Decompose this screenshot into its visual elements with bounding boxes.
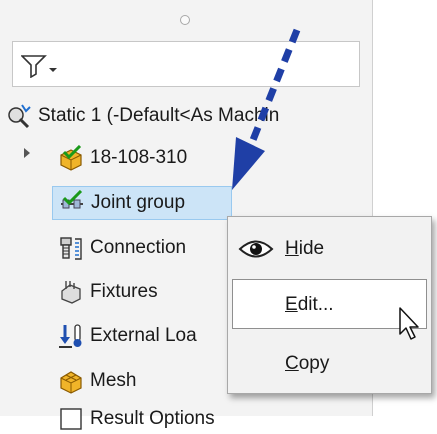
copy-label: opy (298, 353, 330, 374)
tree-item-external-loads[interactable]: External Loa (58, 321, 197, 351)
tree-item-label: Result Options (90, 408, 215, 429)
connection-icon (60, 237, 82, 260)
menu-item-copy[interactable]: Copy (228, 341, 431, 385)
tree-item-joint-group[interactable]: Joint group (52, 186, 232, 220)
result-options-icon (60, 408, 82, 430)
study-icon (8, 104, 31, 129)
tree-item-label: 18-108-310 (90, 147, 188, 168)
hide-label: ide (298, 238, 325, 259)
tree-item-part[interactable]: 18-108-310 (58, 143, 187, 173)
tree-root-label: Static 1 (-Default<As Machin (38, 105, 280, 126)
tree-filter-box[interactable] (12, 41, 360, 87)
eye-icon (238, 240, 274, 258)
tree-item-connections[interactable]: Connection (58, 233, 186, 263)
external-loads-icon (59, 324, 82, 348)
tree-item-label: Joint group (91, 192, 186, 213)
tree-item-label: External Loa (90, 325, 197, 346)
tree-item-label: Fixtures (90, 281, 158, 302)
tree-item-fixtures[interactable]: Fixtures (58, 277, 158, 307)
fixtures-icon (61, 281, 81, 304)
hide-mnemonic: H (285, 238, 299, 259)
tree-root-study[interactable]: Static 1 (-Default<As Machin (6, 101, 279, 131)
part-check-icon (60, 145, 82, 171)
menu-item-hide[interactable]: Hide (228, 226, 431, 270)
context-menu: Hide Edit... Copy (227, 216, 432, 394)
chevron-down-icon[interactable] (49, 68, 57, 72)
tree-item-result-options[interactable]: Result Options (58, 404, 215, 434)
edit-mnemonic: E (285, 294, 298, 315)
tree-item-label: Mesh (90, 370, 137, 391)
copy-mnemonic: C (285, 353, 299, 374)
expand-arrow-icon[interactable] (24, 148, 30, 158)
panel-grip-handle[interactable] (180, 15, 190, 25)
joint-group-icon (61, 190, 83, 209)
tree-item-label: Connection (90, 237, 187, 258)
edit-label: dit... (297, 294, 334, 315)
tree-item-mesh[interactable]: Mesh (58, 366, 136, 396)
filter-icon[interactable] (21, 54, 47, 78)
mouse-pointer-icon (399, 307, 419, 340)
mesh-icon (60, 371, 82, 394)
